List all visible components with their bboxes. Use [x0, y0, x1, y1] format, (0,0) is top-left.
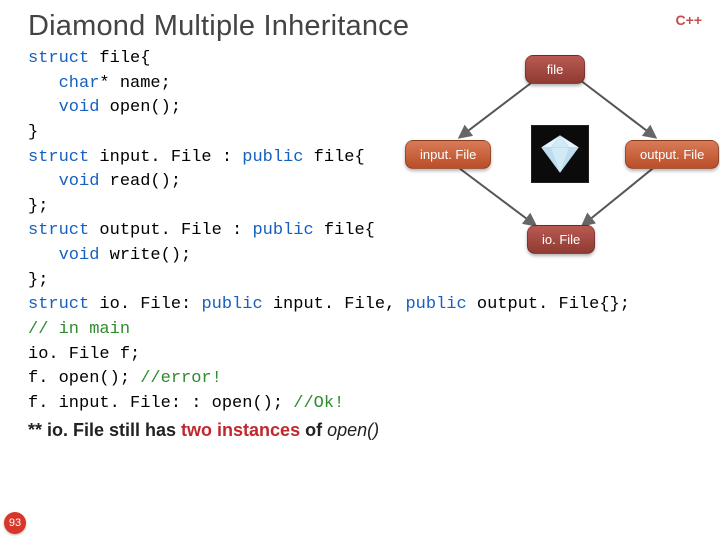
code-text: }	[28, 123, 38, 142]
kw-public: public	[252, 221, 313, 240]
code-comment: //error!	[140, 369, 222, 388]
slide-number: 93	[4, 512, 26, 534]
code-text: output. File{};	[467, 295, 630, 314]
code-text: io. File f;	[28, 345, 140, 364]
code-block: struct file{ char* name; void open(); } …	[28, 47, 700, 445]
code-text: input. File :	[89, 148, 242, 167]
footnote-prefix: ** io. File still has	[28, 420, 181, 440]
kw-struct: struct	[28, 49, 89, 68]
code-text: file{	[89, 49, 150, 68]
code-text: input. File,	[263, 295, 406, 314]
code-text: * name;	[99, 74, 170, 93]
footnote: ** io. File still has two instances of o…	[28, 420, 379, 440]
code-text: };	[28, 271, 48, 290]
code-text: write();	[99, 246, 191, 265]
kw-void: void	[59, 246, 100, 265]
code-text: open();	[99, 98, 181, 117]
code-text: output. File :	[89, 221, 252, 240]
kw-void: void	[59, 98, 100, 117]
code-comment: //Ok!	[293, 394, 344, 413]
kw-struct: struct	[28, 148, 89, 167]
code-comment: // in main	[28, 320, 130, 339]
kw-public: public	[242, 148, 303, 167]
kw-struct: struct	[28, 221, 89, 240]
footnote-fn: open()	[327, 420, 379, 440]
footnote-emph: two instances	[181, 420, 300, 440]
slide: Diamond Multiple Inheritance C++ struct …	[0, 0, 720, 540]
code-text: file{	[314, 221, 375, 240]
kw-void: void	[59, 172, 100, 191]
code-text: f. open();	[28, 369, 140, 388]
kw-char: char	[59, 74, 100, 93]
code-text: read();	[99, 172, 181, 191]
kw-public: public	[201, 295, 262, 314]
kw-struct: struct	[28, 295, 89, 314]
code-text: f. input. File: : open();	[28, 394, 293, 413]
footnote-mid: of	[300, 420, 327, 440]
code-text: };	[28, 197, 48, 216]
language-badge: C++	[676, 12, 702, 28]
code-text: file{	[303, 148, 364, 167]
code-text: io. File:	[89, 295, 201, 314]
slide-title: Diamond Multiple Inheritance	[28, 10, 700, 43]
kw-public: public	[405, 295, 466, 314]
